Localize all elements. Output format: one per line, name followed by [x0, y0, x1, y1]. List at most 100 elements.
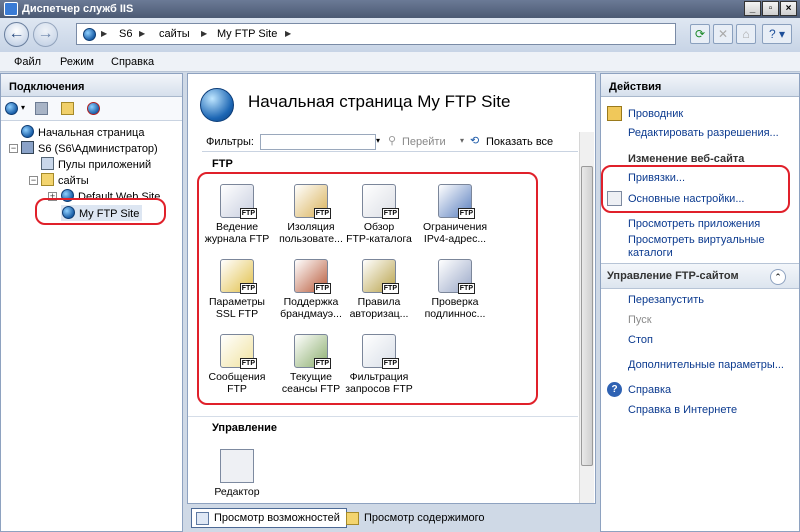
- title-bar: Диспетчер служб IIS _ ▫ ×: [0, 0, 800, 18]
- action-stop[interactable]: Стоп: [628, 334, 653, 346]
- go-dropdown-icon[interactable]: ▾: [460, 136, 464, 145]
- chevron-right-icon: ▶: [101, 29, 108, 38]
- site-globe-icon: [200, 88, 234, 122]
- home-icon[interactable]: ⌂: [736, 24, 756, 44]
- ftp-badge: FTP: [313, 283, 331, 294]
- collapse-chevron-icon[interactable]: ⌃: [770, 269, 786, 285]
- feature-directory-browsing[interactable]: FTP Обзор FTP-каталога: [338, 184, 420, 245]
- globe-icon: [83, 28, 96, 41]
- maximize-button[interactable]: ▫: [762, 1, 779, 16]
- filter-dropdown-icon[interactable]: ▾: [376, 136, 380, 145]
- menu-file[interactable]: Файл: [14, 56, 41, 68]
- feature-authentication[interactable]: FTP Проверка подлиннос...: [414, 259, 496, 320]
- expand-toggle[interactable]: −: [9, 144, 18, 153]
- firewall-support-icon: FTP: [294, 259, 331, 294]
- feature-authorization-rules[interactable]: FTP Правила авторизац...: [338, 259, 420, 320]
- settings-icon: [607, 191, 622, 206]
- section-ftp: FTP: [212, 158, 233, 170]
- ftp-badge: FTP: [457, 283, 475, 294]
- feature-label-line2: FTP: [227, 383, 247, 395]
- tree-label: Начальная страница: [38, 127, 145, 139]
- view-tabs: Просмотр возможностей Просмотр содержимо…: [187, 506, 596, 532]
- feature-label-line2: подлиннос...: [424, 308, 486, 320]
- folder-up-icon[interactable]: [61, 102, 74, 115]
- feature-request-filtering[interactable]: FTP Фильтрация запросов FTP: [338, 334, 420, 395]
- expand-toggle[interactable]: +: [48, 192, 57, 201]
- vertical-scrollbar[interactable]: [579, 132, 594, 503]
- go-button[interactable]: Перейти: [402, 136, 446, 148]
- stop-icon[interactable]: ✕: [713, 24, 733, 44]
- feature-ssl-settings[interactable]: FTP Параметры SSL FTP: [196, 259, 278, 320]
- show-all-icon: ⟲: [470, 135, 480, 147]
- ftp-messages-icon: FTP: [220, 334, 257, 369]
- action-view-vdirs-cont[interactable]: каталоги: [628, 247, 673, 259]
- action-help-online[interactable]: Справка в Интернете: [628, 404, 737, 416]
- ftp-badge: FTP: [239, 358, 257, 369]
- tab-features-view[interactable]: Просмотр возможностей: [191, 508, 347, 528]
- menu-help[interactable]: Справка: [111, 56, 154, 68]
- action-start[interactable]: Пуск: [628, 314, 652, 326]
- disconnect-icon[interactable]: [87, 102, 100, 115]
- breadcrumb-site[interactable]: My FTP Site: [217, 28, 277, 40]
- menu-view[interactable]: Режим: [60, 56, 94, 68]
- connect-icon[interactable]: [5, 102, 18, 115]
- back-button[interactable]: ←: [4, 22, 29, 47]
- globe-icon: [61, 189, 74, 202]
- chevron-right-icon: ▶: [139, 29, 146, 38]
- server-icon: [21, 141, 34, 154]
- feature-label-line1: Ведение: [215, 221, 259, 233]
- tree-default-web-site[interactable]: Default Web Site: [61, 189, 160, 203]
- action-bindings[interactable]: Привязки...: [628, 172, 685, 184]
- tab-label: Просмотр содержимого: [364, 512, 485, 524]
- folder-icon: [41, 173, 54, 186]
- scrollbar-thumb[interactable]: [581, 166, 593, 466]
- action-basic-settings[interactable]: Основные настройки...: [628, 193, 744, 205]
- action-edit-permissions[interactable]: Редактировать разрешения...: [628, 127, 779, 139]
- start-page-icon: [21, 125, 34, 138]
- tree-my-ftp-site[interactable]: My FTP Site: [61, 205, 143, 221]
- tree-app-pools[interactable]: Пулы приложений: [41, 157, 151, 171]
- tree-label: сайты: [58, 175, 89, 187]
- explorer-icon: [607, 106, 622, 121]
- breadcrumb-server[interactable]: S6: [119, 28, 132, 40]
- breadcrumb-sites[interactable]: сайты: [159, 28, 190, 40]
- ftp-badge: FTP: [239, 208, 257, 219]
- address-bar[interactable]: ▶ S6 ▶ сайты ▶ My FTP Site ▶: [76, 23, 676, 45]
- action-restart[interactable]: Перезапустить: [628, 294, 704, 306]
- feature-ftp-messages[interactable]: FTP Сообщения FTP: [196, 334, 278, 395]
- feature-config-editor[interactable]: Редактор: [196, 449, 278, 498]
- tree-sites[interactable]: сайты: [41, 173, 89, 187]
- ssl-settings-icon: FTP: [220, 259, 257, 294]
- forward-button[interactable]: →: [33, 22, 58, 47]
- ftp-badge: FTP: [381, 208, 399, 219]
- action-view-vdirs[interactable]: Просмотреть виртуальные: [628, 234, 765, 246]
- minimize-button[interactable]: _: [744, 1, 761, 16]
- expand-toggle[interactable]: −: [29, 176, 38, 185]
- tree-start-page[interactable]: Начальная страница: [21, 125, 144, 139]
- action-explorer[interactable]: Проводник: [628, 108, 683, 120]
- tab-content-view[interactable]: Просмотр содержимого: [341, 508, 492, 528]
- ftp-badge: FTP: [313, 358, 331, 369]
- actions-panel: Действия Проводник Редактировать разреше…: [600, 73, 800, 532]
- show-all-button[interactable]: Показать все: [486, 136, 553, 148]
- feature-ipv4-restrictions[interactable]: FTP Ограничения IPv4-адрес...: [414, 184, 496, 245]
- ftp-badge: FTP: [457, 208, 475, 219]
- request-filtering-icon: FTP: [362, 334, 399, 369]
- dropdown-icon[interactable]: ▾: [21, 103, 25, 112]
- action-help[interactable]: Справка: [628, 384, 671, 396]
- refresh-icon[interactable]: ⟳: [690, 24, 710, 44]
- feature-label-line1: Обзор: [363, 221, 395, 233]
- ftp-badge: FTP: [381, 358, 399, 369]
- action-advanced-settings[interactable]: Дополнительные параметры...: [628, 359, 784, 371]
- close-button[interactable]: ×: [780, 1, 797, 16]
- tab-label: Просмотр возможностей: [214, 512, 340, 524]
- feature-label-line1: Ограничения: [423, 221, 487, 233]
- tree-label: Default Web Site: [78, 191, 161, 203]
- save-icon[interactable]: [35, 102, 48, 115]
- action-view-applications[interactable]: Просмотреть приложения: [628, 218, 760, 230]
- feature-label: Редактор: [214, 486, 260, 498]
- feature-ftp-logging[interactable]: FTP Ведение журнала FTP: [196, 184, 278, 245]
- filter-input[interactable]: [260, 134, 376, 150]
- help-icon[interactable]: ? ▾: [762, 24, 792, 44]
- tree-server[interactable]: S6 (S6\Администратор): [21, 141, 158, 155]
